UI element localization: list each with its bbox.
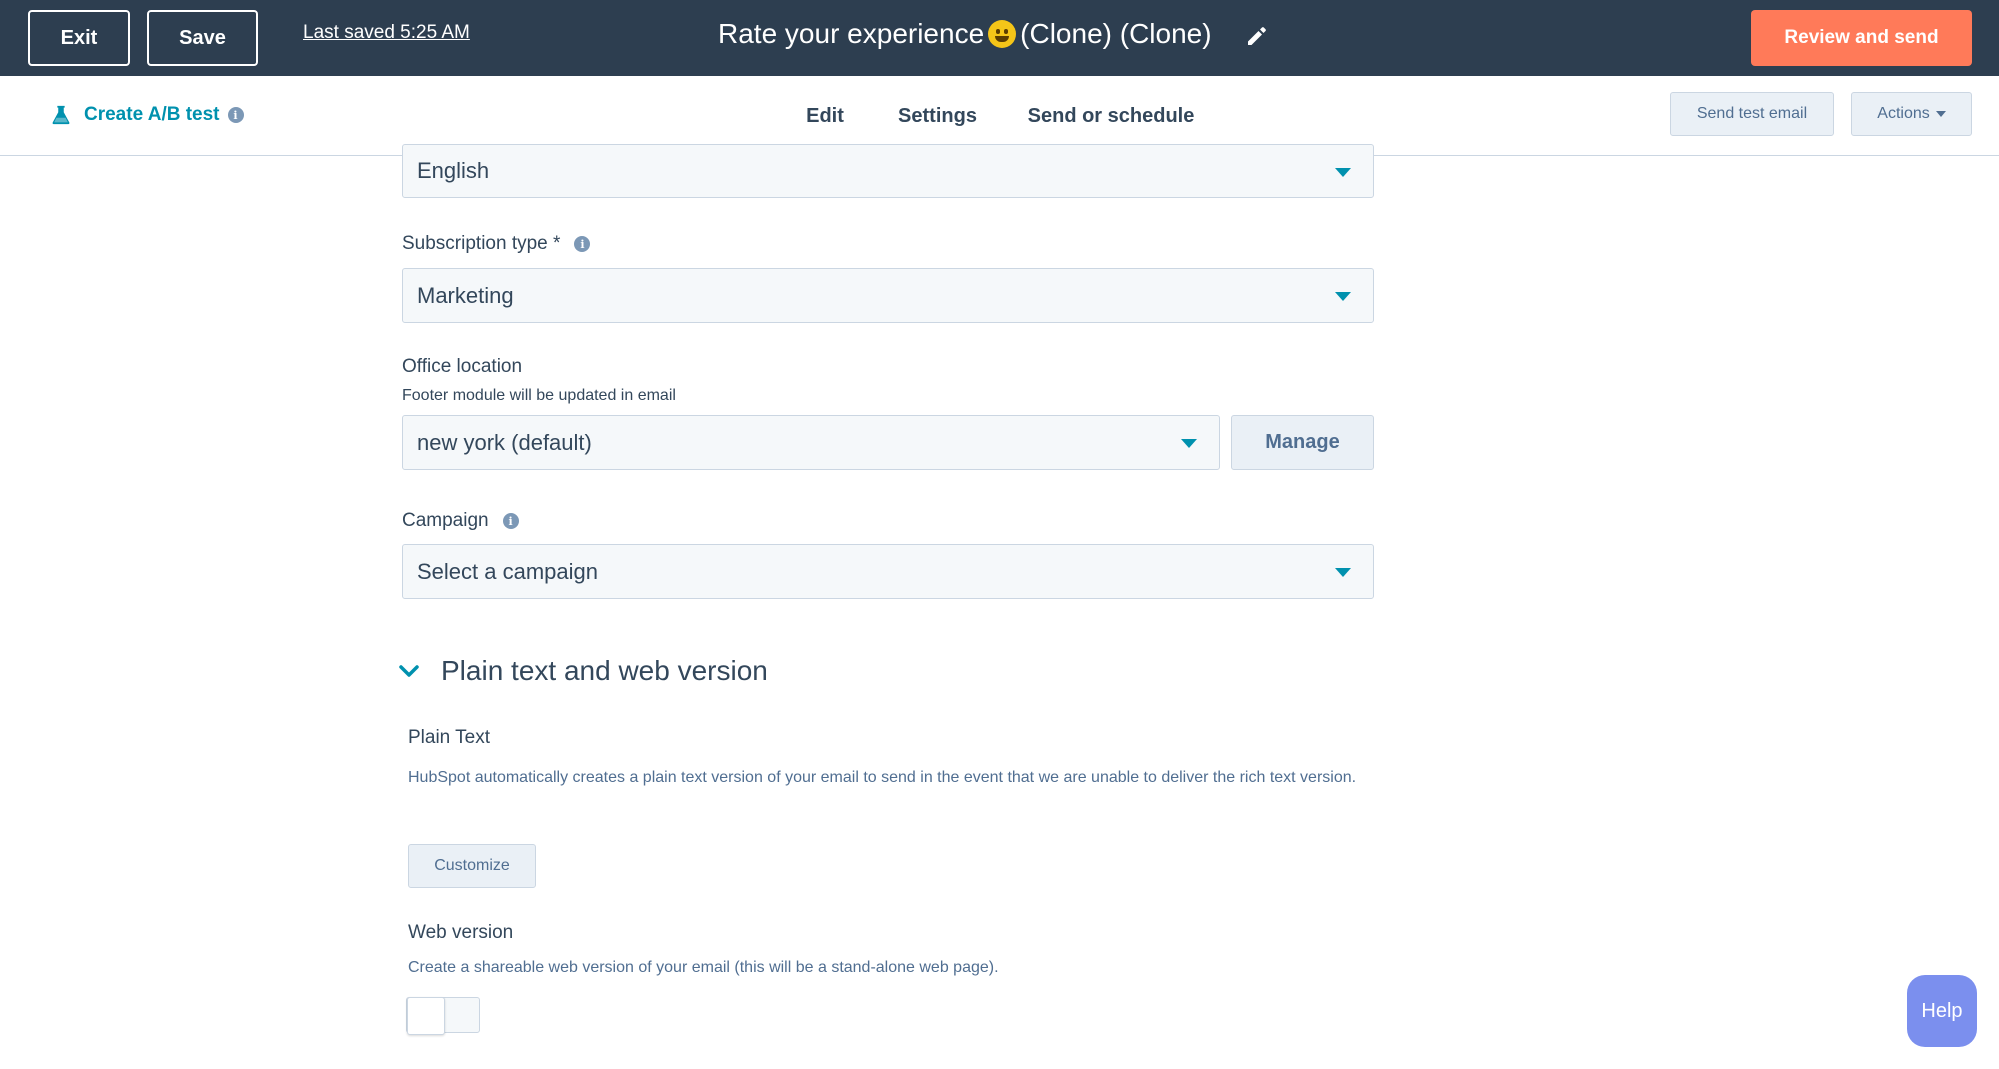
chevron-down-icon (399, 665, 419, 677)
info-icon[interactable]: i (227, 107, 244, 123)
subscription-value: Marketing (417, 282, 514, 308)
office-location-label: Office location (402, 356, 523, 377)
web-version-title: Web version (408, 922, 514, 943)
manage-button[interactable]: Manage (1231, 415, 1374, 470)
caret-down-icon (1935, 111, 1946, 117)
email-title-suffix: (Clone) (Clone) (1020, 18, 1212, 49)
pencil-icon[interactable] (1245, 24, 1269, 48)
campaign-placeholder: Select a campaign (417, 558, 598, 584)
save-button[interactable]: Save (147, 10, 258, 66)
actions-label: Actions (1877, 105, 1930, 122)
plain-text-description: HubSpot automatically creates a plain te… (408, 769, 1357, 786)
emoji-icon (988, 20, 1017, 48)
plain-text-title: Plain Text (408, 727, 491, 748)
web-version-toggle[interactable] (406, 997, 480, 1035)
caret-down-icon (1335, 292, 1351, 301)
last-saved-link[interactable]: Last saved 5:25 AM (303, 22, 470, 44)
office-location-value: new york (default) (417, 429, 592, 455)
campaign-label: Campaign i (402, 510, 519, 532)
subscription-type-select[interactable]: Marketing (402, 268, 1374, 323)
caret-down-icon (1335, 168, 1351, 177)
ab-test-label: Create A/B test (84, 104, 220, 125)
create-ab-test-link[interactable]: Create A/B test i (50, 104, 244, 126)
help-button[interactable]: Help (1907, 975, 1977, 1047)
top-bar: Exit Save Last saved 5:25 AM Rate your e… (0, 0, 1999, 76)
subscription-label-text: Subscription type * (402, 233, 561, 254)
toggle-knob (407, 997, 445, 1035)
campaign-label-text: Campaign (402, 510, 489, 531)
info-icon[interactable]: i (574, 236, 591, 252)
customize-button[interactable]: Customize (408, 844, 536, 888)
caret-down-icon (1181, 439, 1197, 448)
info-icon[interactable]: i (502, 513, 519, 529)
plain-text-section-toggle[interactable]: Plain text and web version (397, 655, 768, 687)
office-location-help: Footer module will be updated in email (402, 387, 676, 404)
caret-down-icon (1335, 568, 1351, 577)
send-test-email-button[interactable]: Send test email (1670, 92, 1834, 136)
language-value: English (417, 158, 490, 183)
web-version-description: Create a shareable web version of your e… (408, 959, 999, 976)
exit-button[interactable]: Exit (28, 10, 130, 66)
campaign-select[interactable]: Select a campaign (402, 544, 1374, 599)
office-location-select[interactable]: new york (default) (402, 415, 1220, 470)
section-title: Plain text and web version (441, 655, 768, 686)
actions-dropdown[interactable]: Actions (1851, 92, 1972, 136)
language-select[interactable]: English (402, 144, 1374, 198)
email-title[interactable]: Rate your experience (Clone) (Clone) (718, 18, 1212, 50)
email-title-text: Rate your experience (718, 18, 985, 49)
subscription-type-label: Subscription type * i (402, 233, 591, 255)
flask-icon (52, 105, 70, 125)
review-and-send-button[interactable]: Review and send (1751, 10, 1972, 66)
